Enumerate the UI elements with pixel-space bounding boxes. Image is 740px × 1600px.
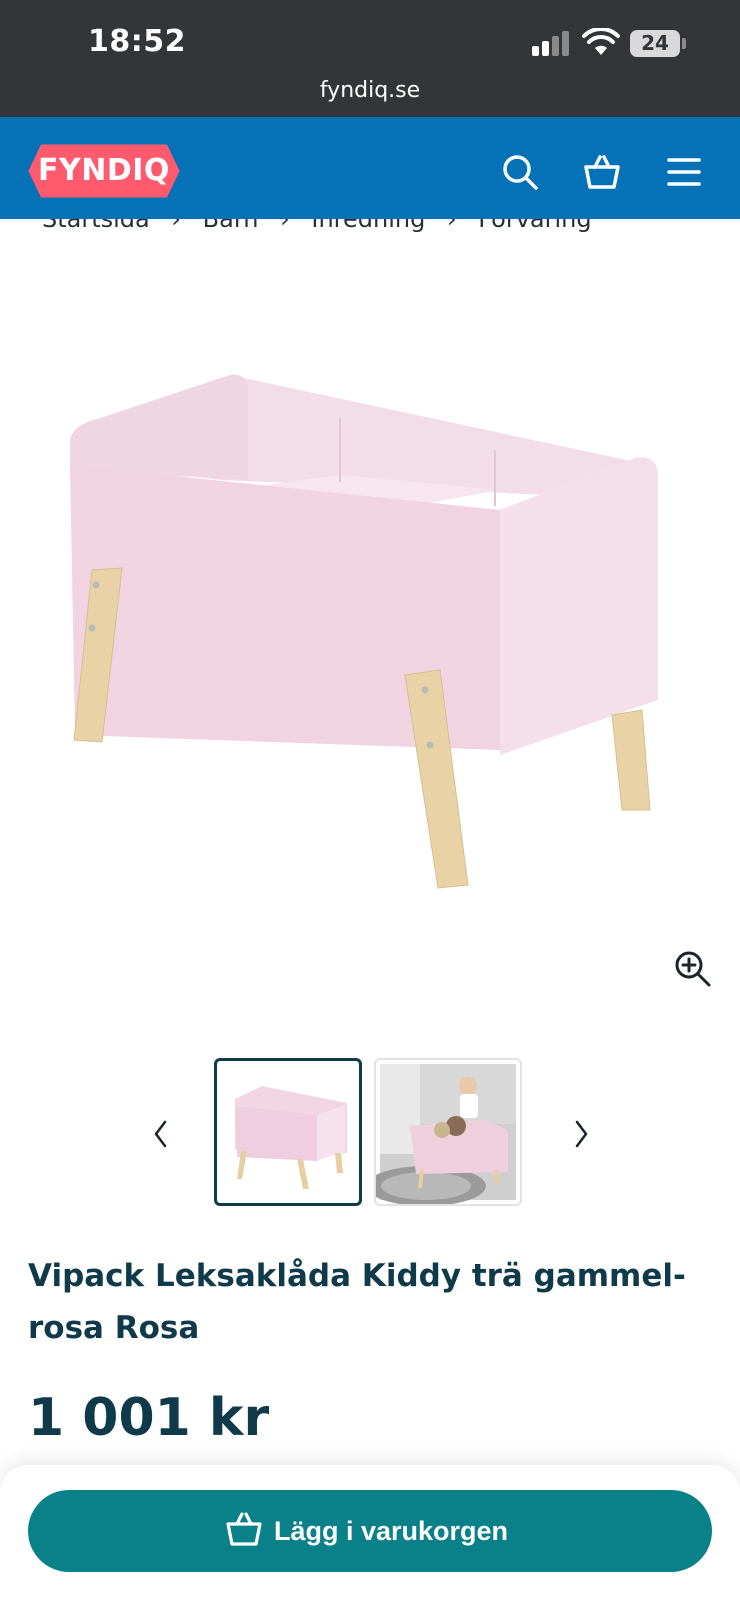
site-header: FYNDIQ — [0, 117, 740, 219]
chevron-left-icon[interactable] — [146, 1116, 176, 1152]
wifi-icon — [582, 28, 620, 55]
cellular-signal-icon — [532, 31, 572, 56]
thumbnail-lifestyle[interactable] — [374, 1058, 522, 1206]
status-bar: 18:52 24 fyndiq.se — [0, 0, 740, 117]
battery-level: 24 — [641, 31, 669, 55]
thumbnail-product[interactable] — [214, 1058, 362, 1206]
chevron-right-icon[interactable] — [566, 1116, 596, 1152]
thumbnail-lifestyle-image — [376, 1064, 516, 1204]
cart-icon[interactable] — [582, 152, 622, 192]
status-time: 18:52 — [88, 24, 186, 59]
thumbnail-product-image — [235, 1086, 347, 1189]
add-to-cart-label: Lägg i varukorgen — [274, 1516, 509, 1546]
add-to-cart-button[interactable]: Lägg i varukorgen — [28, 1490, 712, 1572]
address-bar-url[interactable]: fyndiq.se — [0, 78, 740, 103]
menu-icon[interactable] — [664, 152, 704, 192]
product-image[interactable] — [40, 370, 700, 910]
cart-icon — [226, 1512, 262, 1546]
zoom-in-icon[interactable] — [674, 950, 712, 988]
product-title: Vipack Leksaklåda Kiddy trä gammel-rosa … — [28, 1258, 686, 1346]
battery-nub — [682, 38, 686, 49]
search-icon[interactable] — [500, 152, 540, 192]
logo-text: FYNDIQ — [38, 153, 170, 188]
product-price: 1 001 kr — [28, 1388, 270, 1448]
battery-icon: 24 — [630, 30, 680, 57]
